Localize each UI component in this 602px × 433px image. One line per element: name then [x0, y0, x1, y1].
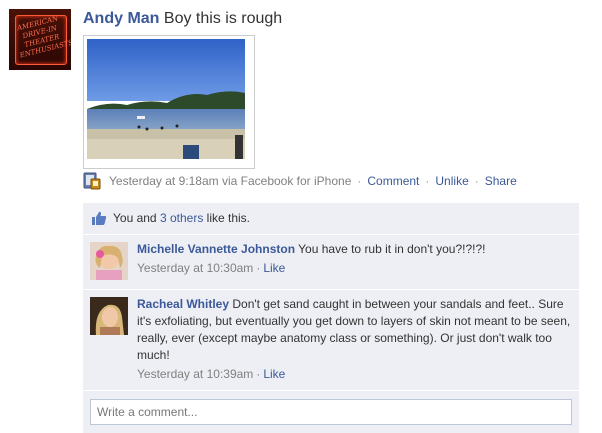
author-avatar[interactable]: AMERICAN DRIVE-IN THEATER ENTHUSIASTS	[9, 9, 71, 70]
share-link[interactable]: Share	[485, 172, 517, 190]
commenter-avatar[interactable]	[90, 242, 128, 280]
unlike-link[interactable]: Unlike	[435, 172, 468, 190]
post-photo[interactable]	[83, 35, 255, 169]
comment-like-link[interactable]: Like	[263, 367, 285, 381]
comment-like-link[interactable]: Like	[263, 261, 285, 275]
iphone-icon	[83, 172, 101, 190]
beach-lake-photo	[87, 39, 245, 159]
feedback-section: You and 3 others like this. Michelle Van…	[83, 203, 579, 433]
meta-separator: ·	[256, 261, 261, 275]
avatar-sign-text: AMERICAN DRIVE-IN THEATER ENTHUSIASTS	[16, 14, 71, 60]
write-comment-input[interactable]	[90, 399, 572, 425]
post-header: Andy Man Boy this is rough	[83, 9, 282, 29]
write-comment-box	[83, 391, 579, 433]
commenter-name-link[interactable]: Racheal Whitley	[137, 297, 229, 311]
author-name-link[interactable]: Andy Man	[83, 10, 159, 27]
commenter-avatar[interactable]	[90, 297, 128, 335]
comment-meta: Yesterday at 10:39am · Like	[137, 366, 571, 383]
likes-suffix: like this.	[203, 211, 250, 225]
comment-timestamp[interactable]: Yesterday at 10:39am	[137, 367, 253, 381]
post-timestamp[interactable]: Yesterday at 9:18am via Facebook for iPh…	[109, 172, 351, 190]
meta-separator: ·	[474, 174, 479, 188]
meta-separator: ·	[425, 174, 430, 188]
meta-separator: ·	[256, 367, 261, 381]
comment-link[interactable]: Comment	[367, 172, 419, 190]
comment-text: You have to rub it in don't you?!?!?!	[298, 242, 486, 256]
post-meta-row: Yesterday at 9:18am via Facebook for iPh…	[83, 172, 517, 190]
comment-meta: Yesterday at 10:30am · Like	[137, 260, 571, 277]
likes-row: You and 3 others like this.	[83, 203, 579, 235]
thumbs-up-icon	[91, 210, 107, 226]
post-message: Boy this is rough	[163, 10, 283, 27]
likes-others-link[interactable]: 3 others	[160, 209, 203, 227]
likes-prefix: You and	[113, 211, 160, 225]
comment-timestamp[interactable]: Yesterday at 10:30am	[137, 261, 253, 275]
drive-in-sign-logo: AMERICAN DRIVE-IN THEATER ENTHUSIASTS	[15, 14, 71, 65]
commenter-name-link[interactable]: Michelle Vannette Johnston	[137, 242, 295, 256]
meta-separator: ·	[357, 174, 362, 188]
comment-item: Michelle Vannette Johnston You have to r…	[83, 235, 579, 290]
comment-item: Racheal Whitley Don't get sand caught in…	[83, 290, 579, 391]
